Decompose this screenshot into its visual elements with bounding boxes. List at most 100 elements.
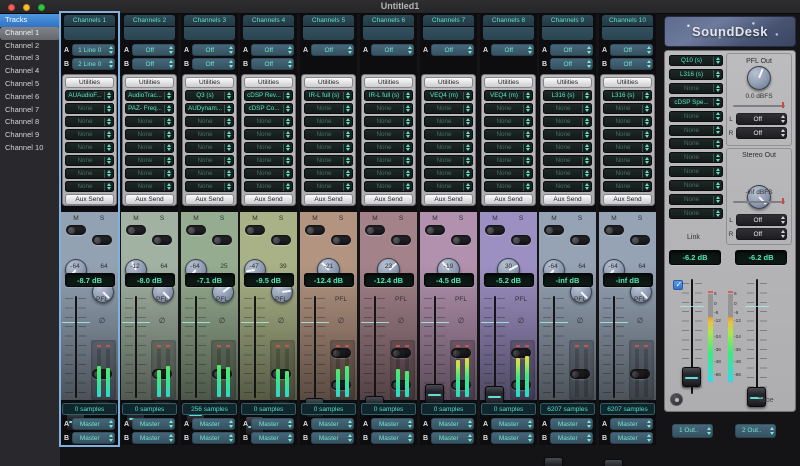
plugin-slot[interactable]: None: [603, 103, 652, 114]
solo-toggle[interactable]: [271, 235, 291, 245]
sidebar-item-channel-3[interactable]: Channel 3: [0, 52, 60, 65]
output-a-select[interactable]: Master: [251, 418, 294, 430]
plugin-slot[interactable]: None: [603, 168, 652, 179]
stereo-left-select[interactable]: Off: [736, 214, 787, 226]
sidebar-item-channel-5[interactable]: Channel 5: [0, 78, 60, 91]
mute-toggle[interactable]: [66, 225, 86, 235]
solo-toggle[interactable]: [391, 235, 411, 245]
output-a-select[interactable]: Master: [311, 418, 354, 430]
solo-toggle[interactable]: [570, 235, 590, 245]
input-a-select[interactable]: Off: [132, 44, 175, 56]
output-b-select[interactable]: Master: [550, 432, 593, 444]
output-b-select[interactable]: Master: [192, 432, 235, 444]
plugin-slot[interactable]: None: [484, 155, 533, 166]
plugin-slot[interactable]: None: [65, 155, 114, 166]
aux-send-button[interactable]: Aux Send: [304, 194, 353, 205]
channel-comment-field[interactable]: [243, 27, 294, 40]
plugin-slot[interactable]: None: [304, 142, 353, 153]
input-a-select[interactable]: Off: [610, 44, 653, 56]
plugin-slot[interactable]: None: [244, 116, 293, 127]
mute-toggle[interactable]: [245, 225, 265, 235]
output-a-select[interactable]: Master: [610, 418, 653, 430]
plugin-slot[interactable]: cDSP Co...: [244, 103, 293, 114]
output-a-select[interactable]: Master: [371, 418, 414, 430]
plugin-slot[interactable]: PAZ- Freq...: [125, 103, 174, 114]
plugin-slot[interactable]: None: [185, 142, 234, 153]
plugin-slot[interactable]: AudioTrac...: [125, 90, 174, 101]
utilities-button[interactable]: Utilities: [65, 77, 114, 88]
fader-track[interactable]: [254, 296, 256, 398]
plugin-slot[interactable]: None: [424, 168, 473, 179]
plugin-slot[interactable]: None: [424, 129, 473, 140]
sidebar-item-channel-10[interactable]: Channel 10: [0, 142, 60, 155]
mute-toggle[interactable]: [186, 225, 206, 235]
pfl-right-select[interactable]: Off: [736, 127, 787, 139]
output-a-select[interactable]: Master: [132, 418, 175, 430]
master-plugin-slot[interactable]: None: [669, 166, 723, 177]
output-a-select[interactable]: Master: [491, 418, 534, 430]
stereo-trim-slider[interactable]: [733, 201, 785, 203]
plugin-slot[interactable]: L316 (s): [603, 90, 652, 101]
sidebar-item-channel-1[interactable]: Channel 1: [0, 27, 60, 40]
plugin-slot[interactable]: None: [543, 181, 592, 192]
plugin-slot[interactable]: None: [484, 129, 533, 140]
fader-track[interactable]: [195, 296, 197, 398]
utilities-button[interactable]: Utilities: [543, 77, 592, 88]
plugin-slot[interactable]: None: [65, 168, 114, 179]
channel-comment-field[interactable]: [542, 27, 593, 40]
plugin-slot[interactable]: None: [364, 181, 413, 192]
plugin-slot[interactable]: AUAudioF...: [65, 90, 114, 101]
mute-toggle[interactable]: [485, 225, 505, 235]
plugin-slot[interactable]: None: [543, 142, 592, 153]
plugin-slot[interactable]: None: [125, 168, 174, 179]
channel-comment-field[interactable]: [124, 27, 175, 40]
plugin-slot[interactable]: None: [304, 103, 353, 114]
plugin-slot[interactable]: None: [125, 181, 174, 192]
plugin-slot[interactable]: None: [65, 116, 114, 127]
channel-comment-field[interactable]: [423, 27, 474, 40]
output-b-select[interactable]: Master: [132, 432, 175, 444]
channel-comment-field[interactable]: [363, 27, 414, 40]
plugin-slot[interactable]: None: [244, 142, 293, 153]
master-plugin-slot[interactable]: Q10 (s): [669, 55, 723, 66]
sidebar-item-channel-8[interactable]: Channel 8: [0, 116, 60, 129]
sidebar-item-channel-6[interactable]: Channel 6: [0, 91, 60, 104]
plugin-slot[interactable]: VEQ4 (m): [424, 90, 473, 101]
plugin-slot[interactable]: None: [185, 116, 234, 127]
plugin-slot[interactable]: cDSP Rev...: [244, 90, 293, 101]
master-plugin-slot[interactable]: None: [669, 111, 723, 122]
plugin-slot[interactable]: None: [244, 129, 293, 140]
lamp-icon[interactable]: [670, 393, 683, 406]
utilities-button[interactable]: Utilities: [185, 77, 234, 88]
aux-send-button[interactable]: Aux Send: [125, 194, 174, 205]
aux-send-button[interactable]: Aux Send: [484, 194, 533, 205]
output-b-select[interactable]: Master: [610, 432, 653, 444]
plugin-slot[interactable]: AUDynam...: [185, 103, 234, 114]
plugin-slot[interactable]: None: [125, 142, 174, 153]
solo-toggle[interactable]: [511, 235, 531, 245]
plugin-slot[interactable]: None: [65, 129, 114, 140]
solo-toggle[interactable]: [331, 235, 351, 245]
master-plugin-slot[interactable]: None: [669, 152, 723, 163]
plugin-slot[interactable]: None: [125, 116, 174, 127]
output-b-select[interactable]: Master: [491, 432, 534, 444]
pfl-left-select[interactable]: Off: [736, 113, 787, 125]
plugin-slot[interactable]: None: [543, 116, 592, 127]
input-b-select[interactable]: Off: [251, 58, 294, 70]
mute-toggle[interactable]: [544, 225, 564, 235]
output-b-select[interactable]: Master: [311, 432, 354, 444]
channel-comment-field[interactable]: [303, 27, 354, 40]
solo-toggle[interactable]: [152, 235, 172, 245]
input-a-select[interactable]: Off: [251, 44, 294, 56]
aux-send-button[interactable]: Aux Send: [65, 194, 114, 205]
input-a-select[interactable]: Off: [491, 44, 534, 56]
plugin-slot[interactable]: None: [65, 181, 114, 192]
solo-toggle[interactable]: [451, 235, 471, 245]
input-b-select[interactable]: Off: [550, 58, 593, 70]
aux-send-button[interactable]: Aux Send: [185, 194, 234, 205]
aux-send-button[interactable]: Aux Send: [424, 194, 473, 205]
plugin-slot[interactable]: None: [125, 155, 174, 166]
channel-comment-field[interactable]: [483, 27, 534, 40]
plugin-slot[interactable]: None: [364, 155, 413, 166]
plugin-slot[interactable]: None: [424, 116, 473, 127]
